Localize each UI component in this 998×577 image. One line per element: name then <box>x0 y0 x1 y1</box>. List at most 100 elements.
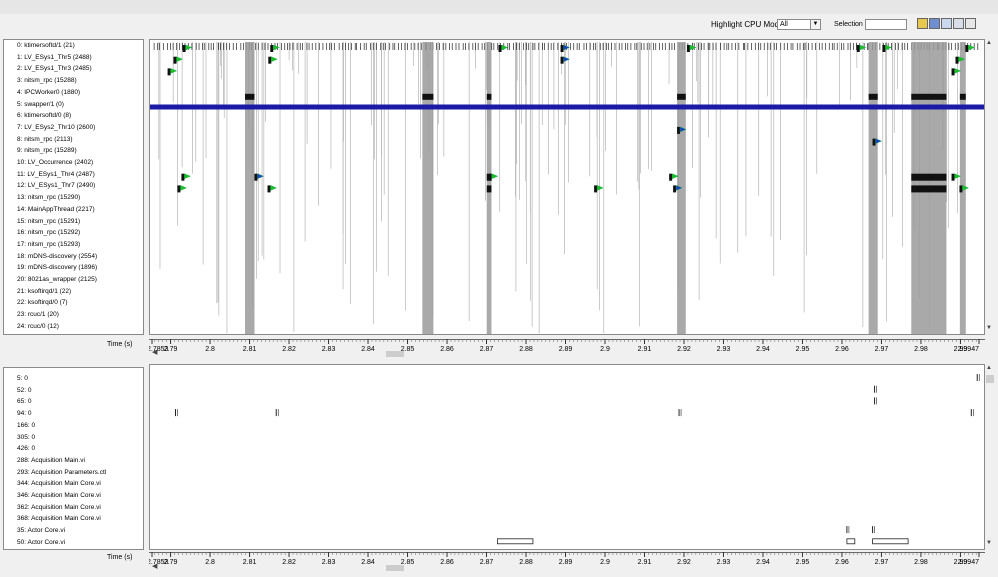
event-row-label[interactable]: 94: 0 <box>17 410 31 418</box>
scroll-left-icon[interactable]: ◀ <box>152 348 157 356</box>
chevron-down-icon[interactable]: ▼ <box>810 20 820 29</box>
upper-horizontal-scrollbar[interactable]: ◀ <box>149 348 985 358</box>
thread-row-label[interactable]: 9: nitsm_rpc (15289) <box>17 147 77 155</box>
event-row-label[interactable]: 50: Actor Core.vi <box>17 539 65 547</box>
settings-icon[interactable] <box>965 18 976 29</box>
thread-row-label[interactable]: 8: nitsm_rpc (2113) <box>17 136 73 144</box>
scroll-down-icon[interactable]: ▼ <box>986 540 992 546</box>
scroll-up-icon[interactable]: ▲ <box>986 40 992 46</box>
thread-row-label[interactable]: 19: mDNS-discovery (1896) <box>17 264 97 272</box>
event-mark <box>268 56 272 64</box>
event-row-label[interactable]: 52: 0 <box>17 387 31 395</box>
event-mark <box>882 45 886 52</box>
thread-timeline[interactable] <box>149 39 985 335</box>
scroll-thumb[interactable] <box>386 565 404 571</box>
event-row-label[interactable]: 166: 0 <box>17 422 35 430</box>
event-row-label[interactable]: 426: 0 <box>17 445 35 453</box>
thread-row-label[interactable]: 21: ksoftirqd/1 (22) <box>17 288 71 296</box>
event-flag <box>270 185 278 191</box>
folder-icon[interactable] <box>917 18 928 29</box>
scroll-thumb[interactable] <box>386 351 404 357</box>
thread-busy-block <box>486 173 492 181</box>
busy-block <box>245 93 255 100</box>
save-icon[interactable] <box>929 18 940 29</box>
event-row-label[interactable]: 362: Acquisition Main Core.vi <box>17 504 101 512</box>
selection-field[interactable] <box>865 19 907 30</box>
event-span <box>872 538 909 545</box>
event-mark <box>686 45 690 52</box>
event-vertical-scrollbar[interactable]: ▲ ▼ <box>985 364 995 550</box>
thread-row-label[interactable]: 2: LV_ESys1_Thr3 (2485) <box>17 65 92 73</box>
event-flag <box>875 138 883 144</box>
highlight-cpu-mode-value: All <box>780 21 788 28</box>
highlight-cpu-mode-select[interactable]: All ▼ <box>777 19 821 30</box>
event-mark <box>955 56 959 64</box>
lower-horizontal-scrollbar[interactable]: ◀ <box>149 562 985 572</box>
thread-row-label[interactable]: 14: MainAppThread (2217) <box>17 206 95 214</box>
thread-row-label[interactable]: 1: LV_ESys1_Thr5 (2488) <box>17 54 92 62</box>
event-row-label[interactable]: 344: Acquisition Main Core.vi <box>17 480 101 488</box>
thread-row-label[interactable]: 3: nitsm_rpc (15288) <box>17 77 77 85</box>
busy-region <box>868 42 878 334</box>
thread-row-label[interactable]: 7: LV_ESys2_Thr10 (2600) <box>17 124 95 132</box>
thread-row-label[interactable]: 20: 8021as_wrapper (2125) <box>17 276 97 284</box>
thread-row-label[interactable]: 12: LV_ESys1_Thr7 (2490) <box>17 182 95 190</box>
zoom-icon[interactable] <box>941 18 952 29</box>
thread-row-label[interactable]: 10: LV_Occurrence (2402) <box>17 159 93 167</box>
thread-row-label[interactable]: 22: ksoftirqd/0 (7) <box>17 299 68 307</box>
event-timeline[interactable] <box>149 364 985 550</box>
event-flag <box>491 173 499 179</box>
event-flag <box>596 185 604 191</box>
event-flag <box>271 56 278 63</box>
event-row-label[interactable]: 293: Acquisition Parameters.ctl <box>17 469 106 477</box>
thread-row-label[interactable]: 4: IPCWorker0 (1880) <box>17 89 80 97</box>
event-mark <box>270 45 274 52</box>
thread-row-label[interactable]: 6: ktimersoftd/0 (8) <box>17 112 71 120</box>
export-icon[interactable] <box>953 18 964 29</box>
axis-title: Time (s) <box>107 554 133 561</box>
thread-busy-block <box>486 185 492 193</box>
event-row-label[interactable]: 65: 0 <box>17 398 31 406</box>
thread-row-label[interactable]: 16: nitsm_rpc (15292) <box>17 229 80 237</box>
event-row-label[interactable]: 346: Acquisition Main Core.vi <box>17 492 101 500</box>
busy-region <box>245 42 255 334</box>
thread-row-label[interactable]: 0: ktimersoftd/1 (21) <box>17 42 75 50</box>
event-row-label[interactable]: 305: 0 <box>17 434 35 442</box>
thread-row-label[interactable]: 24: rcuc/0 (12) <box>17 323 59 331</box>
event-flag <box>257 173 264 179</box>
event-mark <box>182 45 186 52</box>
event-row-label[interactable]: 288: Acquisition Main.vi <box>17 457 85 465</box>
event-mark <box>594 185 598 193</box>
thread-row-label[interactable]: 13: nitsm_rpc (15290) <box>17 194 80 202</box>
event-mark <box>951 68 955 76</box>
busy-block <box>911 93 947 100</box>
event-mark <box>951 173 955 181</box>
scroll-up-icon[interactable]: ▲ <box>986 365 992 371</box>
thread-row-label[interactable]: 18: mDNS-discovery (2554) <box>17 253 97 261</box>
thread-row-label[interactable]: 5: swapper/1 (0) <box>17 101 64 109</box>
event-span <box>846 538 856 545</box>
event-row-label[interactable]: 368: Acquisition Main Core.vi <box>17 515 101 523</box>
thread-row-label[interactable]: 15: nitsm_rpc (15291) <box>17 218 80 226</box>
event-mark <box>677 126 681 134</box>
event-row-label[interactable]: 5: 0 <box>17 375 28 383</box>
event-list[interactable]: 5: 0 52: 0 65: 0 94: 0 166: 0 305: 0 426: 0 288… <box>3 367 144 550</box>
event-flag <box>180 185 187 191</box>
event-mark <box>498 45 502 52</box>
scroll-down-icon[interactable]: ▼ <box>986 325 992 331</box>
event-mark <box>173 56 177 64</box>
scroll-left-icon[interactable]: ◀ <box>152 562 157 570</box>
title-band <box>0 0 998 14</box>
event-row-label[interactable]: 35: Actor Core.vi <box>17 527 65 535</box>
thread-list[interactable]: 0: ktimersoftd/1 (21) 1: LV_ESys1_Thr5 (2… <box>3 39 144 335</box>
scroll-thumb[interactable] <box>986 375 994 383</box>
event-flag <box>501 44 509 51</box>
thread-row-label[interactable]: 17: nitsm_rpc (15293) <box>17 241 80 249</box>
thread-busy-block <box>911 185 947 193</box>
event-mark <box>167 68 171 76</box>
swapper-bar <box>150 104 984 110</box>
thread-vertical-scrollbar[interactable]: ▲ ▼ <box>985 39 995 335</box>
thread-row-label[interactable]: 23: rcuc/1 (20) <box>17 311 59 319</box>
thread-row-label[interactable]: 11: LV_ESys1_Thr4 (2487) <box>17 171 95 179</box>
event-flag <box>184 173 191 179</box>
